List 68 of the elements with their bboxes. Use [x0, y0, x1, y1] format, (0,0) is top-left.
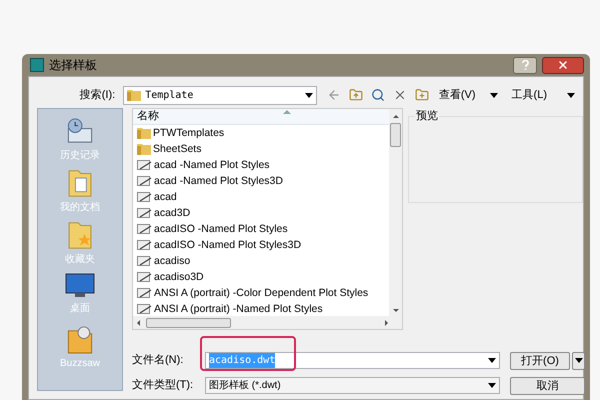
template-file-icon	[137, 159, 152, 171]
scroll-left-icon	[137, 320, 140, 326]
vertical-scrollbar[interactable]	[389, 109, 402, 316]
folder-icon	[137, 127, 151, 139]
close-button[interactable]	[542, 56, 584, 74]
template-file-icon	[137, 255, 152, 267]
look-in-label: 搜索(I):	[78, 88, 116, 103]
file-name[interactable]: ANSI A (portrait) -Named Plot Styles	[154, 302, 323, 316]
sort-arrow-icon	[283, 110, 291, 114]
open-options-button[interactable]	[572, 352, 585, 370]
scrollbar-thumb[interactable]	[390, 123, 401, 147]
tools-menu[interactable]: 工具(L)	[512, 86, 547, 104]
folder-icon	[137, 143, 151, 155]
favorites-folder-icon	[66, 221, 94, 250]
new-folder-icon[interactable]	[414, 88, 429, 102]
template-file-icon	[137, 303, 152, 315]
file-type-dropdown[interactable]: 图形样板 (*.dwt)	[205, 377, 500, 394]
column-header[interactable]: 名称	[133, 109, 389, 125]
search-icon[interactable]	[370, 88, 385, 102]
close-icon	[557, 59, 569, 71]
scroll-right-icon	[385, 320, 388, 326]
horizontal-scrollbar[interactable]	[133, 316, 402, 329]
file-name[interactable]: acad -Named Plot Styles	[154, 158, 270, 172]
dropdown-arrow-icon	[304, 92, 313, 98]
file-type-value: 图形样板 (*.dwt)	[209, 378, 282, 393]
dropdown-arrow-icon	[488, 383, 496, 388]
file-name[interactable]: SheetSets	[153, 142, 202, 156]
app-logo-icon	[30, 58, 44, 72]
file-type-label: 文件类型(T):	[132, 378, 194, 394]
file-name-value: acadiso.dwt	[209, 353, 276, 368]
look-in-value: Template	[145, 88, 194, 102]
cancel-button[interactable]: 取消	[510, 376, 585, 394]
help-button[interactable]	[513, 56, 537, 74]
monitor-icon	[65, 273, 95, 299]
up-folder-icon[interactable]	[348, 88, 363, 102]
folder-icon	[127, 89, 142, 101]
back-icon[interactable]	[326, 88, 341, 102]
caret-icon	[574, 358, 582, 363]
template-file-icon	[137, 191, 152, 203]
file-name[interactable]: PTWTemplates	[153, 126, 224, 140]
template-file-icon	[137, 207, 152, 219]
template-file-icon	[137, 271, 152, 283]
file-name[interactable]: acadiso	[154, 254, 190, 268]
file-name[interactable]: acad3D	[154, 206, 190, 220]
file-name[interactable]: acadISO -Named Plot Styles	[154, 222, 288, 236]
file-name[interactable]: acadISO -Named Plot Styles3D	[154, 238, 302, 252]
template-file-icon	[137, 287, 152, 299]
look-in-dropdown[interactable]: Template	[123, 86, 317, 104]
file-name[interactable]: acad	[154, 190, 177, 204]
dropdown-arrow-icon	[490, 92, 498, 98]
template-file-icon	[137, 239, 152, 251]
file-name[interactable]: acad -Named Plot Styles3D	[154, 174, 283, 188]
open-button[interactable]: 打开(O)	[510, 352, 570, 370]
dropdown-arrow-icon	[488, 358, 496, 363]
folder-icon	[66, 325, 94, 354]
dropdown-arrow-icon	[567, 92, 575, 98]
scroll-down-icon	[392, 309, 398, 312]
file-name-label: 文件名(N):	[132, 352, 184, 368]
template-file-icon	[137, 223, 152, 235]
file-name[interactable]: ANSI A (portrait) -Color Dependent Plot Styles	[154, 286, 368, 300]
file-name[interactable]: acadiso3D	[154, 270, 204, 284]
window-title: 选择样板	[49, 57, 97, 74]
template-file-icon	[137, 175, 152, 187]
scrollbar-thumb[interactable]	[146, 318, 231, 328]
view-menu[interactable]: 查看(V)	[438, 86, 476, 104]
scroll-up-icon	[392, 115, 398, 118]
documents-folder-icon	[66, 169, 94, 198]
question-mark-icon	[522, 60, 528, 70]
